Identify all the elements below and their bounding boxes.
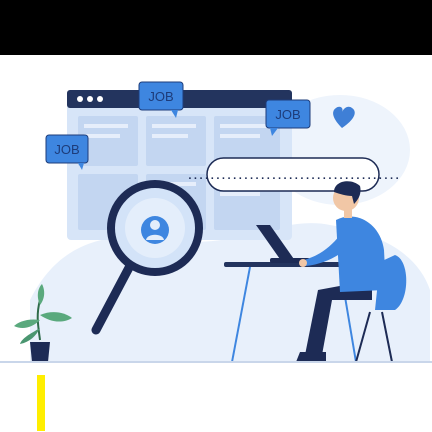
window-dots-icon [77,96,103,102]
search-field-value: ...................................... [187,171,400,183]
job-badge-label: JOB [275,107,300,122]
job-badge-label: JOB [148,89,173,104]
job-badge-label: JOB [54,142,79,157]
user-icon [141,216,169,244]
top-black-bar [0,0,432,55]
illustration-scene: JOB JOB JOB ............................… [0,81,432,363]
search-field: ...................................... [187,157,400,192]
job-search-illustration: JOB JOB JOB ............................… [0,0,432,432]
highlight-bar [37,375,45,431]
